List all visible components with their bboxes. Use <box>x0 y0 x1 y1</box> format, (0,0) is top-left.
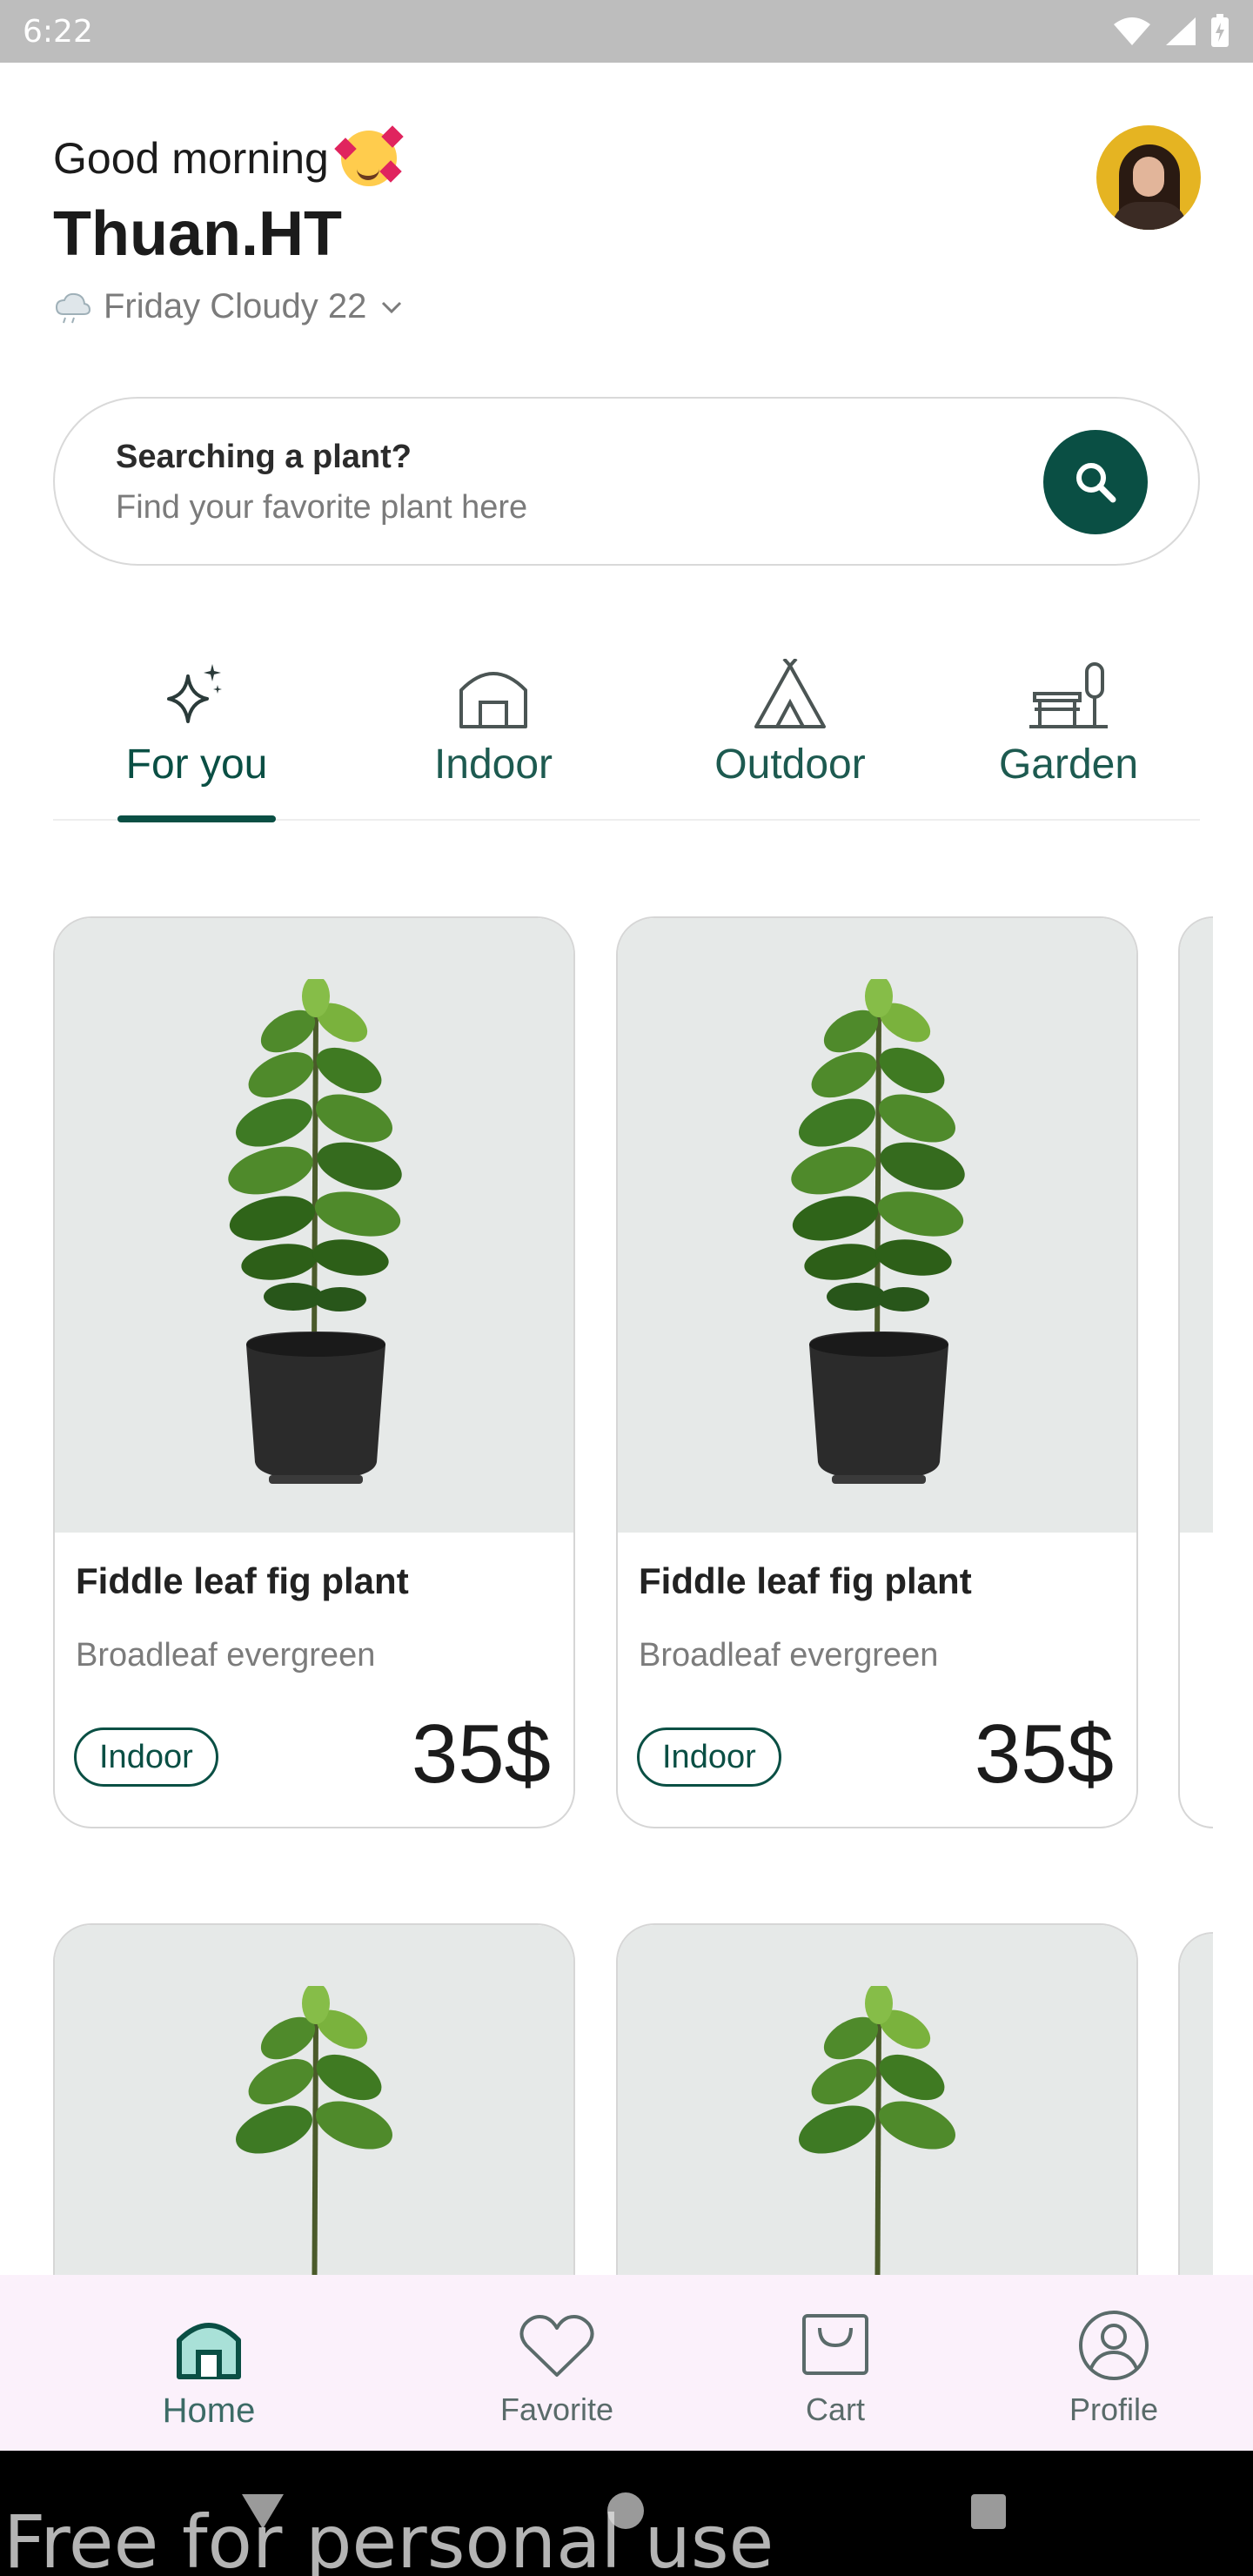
tab-for-you[interactable]: For you <box>117 648 276 822</box>
product-card[interactable]: Fiddle leaf fig plant Broadleaf evergree… <box>53 916 575 1828</box>
search-title: Searching a plant? <box>116 439 412 475</box>
watermark-text: Free for personal use <box>3 2499 774 2576</box>
plant-image <box>618 918 1136 1533</box>
bottom-navigation: Home Favorite Cart Profile <box>0 2275 1253 2451</box>
tab-outdoor[interactable]: Outdoor <box>681 648 899 821</box>
cart-icon <box>802 2314 868 2375</box>
product-name: Fiddle leaf fig plant <box>76 1560 409 1601</box>
wifi-icon <box>1114 17 1150 45</box>
system-icons <box>1112 14 1230 49</box>
search-button[interactable] <box>1043 430 1148 534</box>
profile-icon <box>1079 2311 1149 2380</box>
category-tabs: For you Indoor Outdoor Garden <box>53 648 1200 822</box>
search-input[interactable]: Find your favorite plant here <box>116 489 527 527</box>
product-card[interactable]: Fiddle leaf fig plant Broadleaf evergree… <box>616 916 1138 1828</box>
home-icon <box>177 2323 241 2379</box>
greeting-text: Good morning <box>53 134 329 183</box>
nav-cart[interactable]: Cart <box>757 2275 914 2451</box>
nav-label: Cart <box>805 2392 865 2427</box>
smiling-face-with-hearts-icon <box>334 125 404 186</box>
status-bar: 6:22 <box>0 0 1253 63</box>
fiddle-leaf-fig-image <box>228 979 402 1484</box>
category-badge: Indoor <box>637 1727 781 1787</box>
nav-label: Favorite <box>499 2392 614 2427</box>
heart-icon <box>519 2315 594 2377</box>
weather-selector[interactable]: Friday Cloudy 22 <box>53 287 405 326</box>
product-price: 35$ <box>974 1707 1114 1801</box>
category-badge: Indoor <box>74 1727 218 1787</box>
weather-text: Friday Cloudy 22 <box>104 287 367 325</box>
active-tab-indicator <box>117 815 276 822</box>
bench-icon <box>1029 662 1108 728</box>
product-type: Broadleaf evergreen <box>76 1637 376 1674</box>
nav-label: Profile <box>1069 2392 1159 2427</box>
plant-image <box>55 918 573 1533</box>
tab-garden[interactable]: Garden <box>968 648 1169 821</box>
product-price: 35$ <box>411 1707 551 1801</box>
product-type: Broadleaf evergreen <box>639 1637 939 1674</box>
sparkle-icon <box>167 664 222 723</box>
product-card-partial[interactable] <box>1178 916 1213 1828</box>
tab-label: Garden <box>998 741 1139 788</box>
nav-label: Home <box>162 2392 256 2430</box>
search-bar[interactable]: Searching a plant? Find your favorite pl… <box>53 397 1200 566</box>
product-name: Fiddle leaf fig plant <box>639 1560 972 1601</box>
username: Thuan.HT <box>53 199 342 269</box>
nav-home[interactable]: Home <box>131 2275 287 2451</box>
avatar[interactable] <box>1096 125 1201 230</box>
tab-label: For you <box>125 741 268 788</box>
search-icon <box>1076 463 1116 503</box>
cloudy-icon <box>55 292 91 323</box>
tab-indoor[interactable]: Indoor <box>406 648 580 821</box>
tab-label: Indoor <box>433 741 553 788</box>
fiddle-leaf-fig-image <box>791 979 965 1484</box>
chevron-down-icon <box>382 301 402 313</box>
greeting: Good morning <box>53 125 404 186</box>
tab-label: Outdoor <box>714 741 866 788</box>
nav-favorite[interactable]: Favorite <box>479 2275 635 2451</box>
house-icon <box>459 672 527 728</box>
nav-profile[interactable]: Profile <box>1035 2275 1192 2451</box>
signal-icon <box>1166 17 1196 45</box>
tent-icon <box>754 659 826 728</box>
status-time: 6:22 <box>23 13 93 50</box>
system-navigation-bar: Free for personal use <box>0 2451 1253 2576</box>
battery-icon <box>1211 14 1229 47</box>
recent-apps-icon[interactable] <box>971 2494 1006 2529</box>
